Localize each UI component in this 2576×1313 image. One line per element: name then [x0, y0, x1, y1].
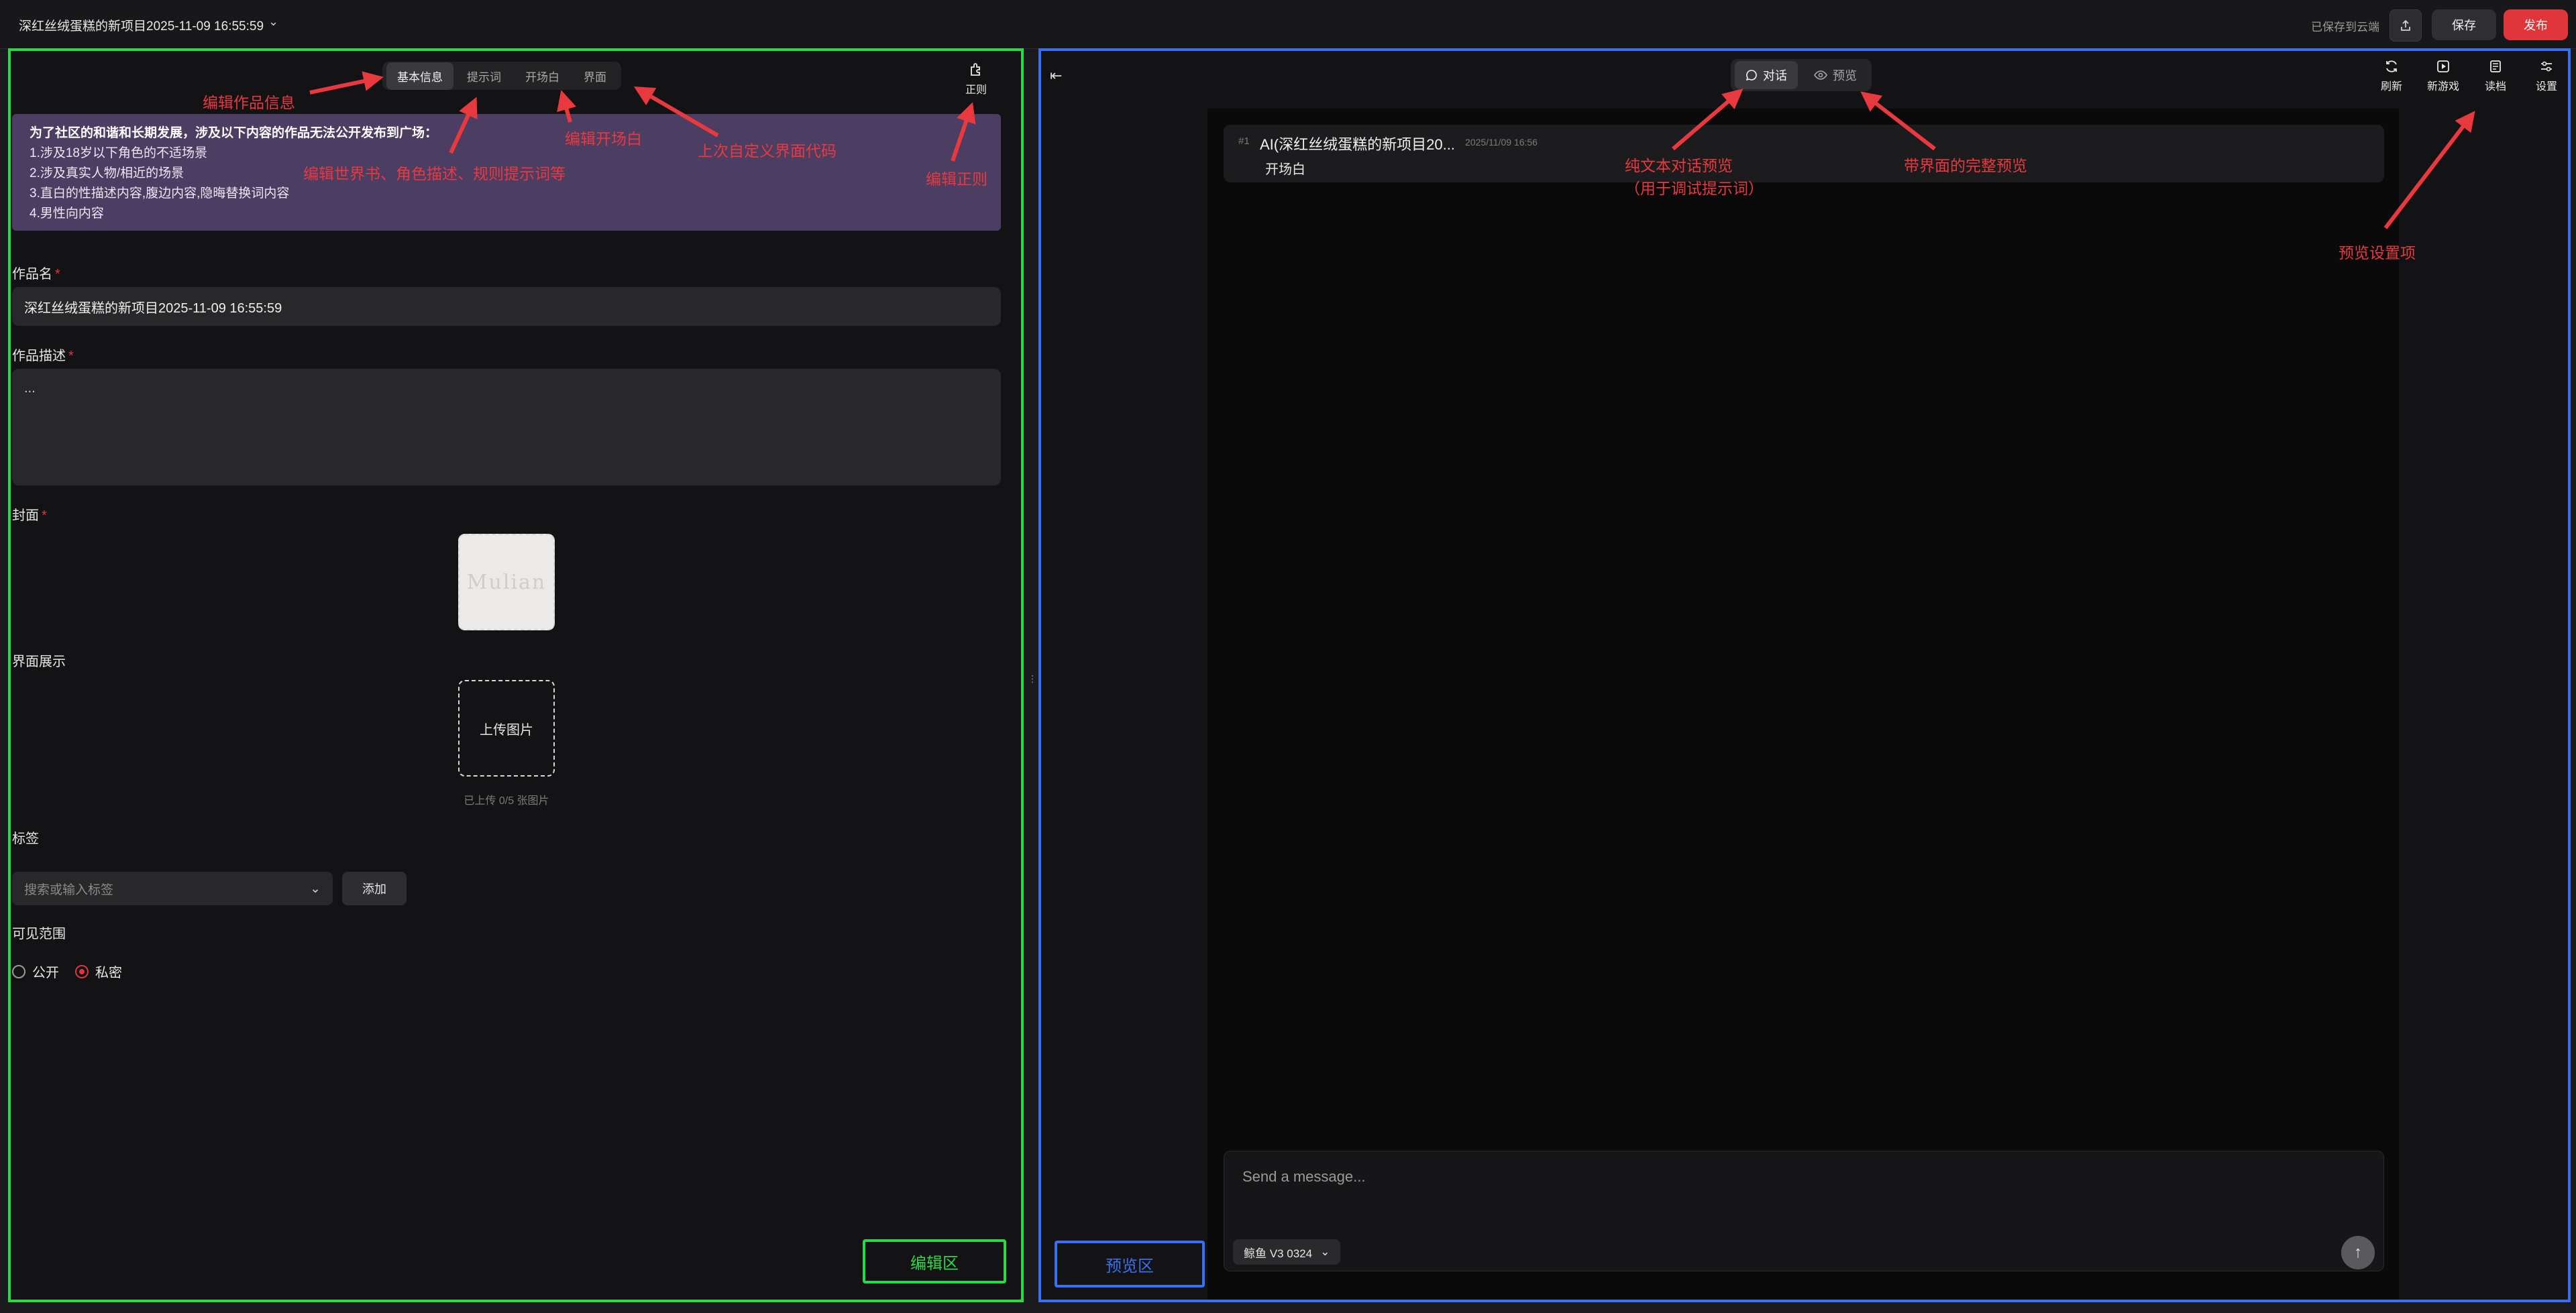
load-save-label: 读档 [2484, 81, 2506, 93]
annotation-interface-code: 上次自定义界面代码 [698, 142, 837, 160]
chevron-down-icon[interactable]: ⌄ [268, 15, 278, 29]
annotation-full-preview: 带界面的完整预览 [1904, 157, 2027, 174]
regex-label: 正则 [965, 84, 987, 96]
sliders-icon [2541, 61, 2552, 72]
tab-prompts[interactable]: 提示词 [456, 62, 512, 90]
annotation-edit-info: 编辑作品信息 [203, 94, 295, 111]
book-icon [2490, 60, 2501, 72]
chevron-down-icon: ⌄ [310, 881, 321, 896]
preview-zone-label: 预览区 [1055, 1241, 1205, 1288]
notice-heading: 为了社区的和谐和长期发展，涉及以下内容的作品无法公开发布到广场： [30, 126, 438, 140]
editor-tabs: 基本信息 提示词 开场白 界面 [382, 62, 621, 90]
annotation-preview-settings: 预览设置项 [2339, 244, 2416, 262]
visibility-options: 公开 私密 [12, 962, 122, 981]
settings-label: 设置 [2535, 81, 2557, 93]
edit-zone-label: 编辑区 [863, 1239, 1006, 1283]
refresh-icon [2386, 60, 2397, 72]
top-bar [0, 0, 2576, 49]
project-title[interactable]: 深红丝绒蛋糕的新项目2025-11-09 16:55:59 [19, 16, 264, 34]
notice-line: 4.男性向内容 [30, 207, 104, 221]
model-select[interactable]: 鲸鱼 V3 0324 ⌄ [1233, 1239, 1341, 1265]
tab-interface[interactable]: 界面 [573, 62, 617, 90]
message-sender: AI(深红丝绒蛋糕的新项目20... [1260, 136, 1455, 153]
tab-chat[interactable]: 对话 [1735, 61, 1798, 89]
annotation-edit-opening: 编辑开场白 [565, 130, 642, 148]
editor-panel [8, 48, 1024, 1302]
tab-chat-label: 对话 [1763, 69, 1787, 82]
share-icon [2401, 19, 2410, 31]
cover-label: 封面 * [12, 508, 47, 523]
radio-public-label[interactable]: 公开 [32, 962, 59, 981]
annotation-text-preview: 纯文本对话预览 [1625, 157, 1733, 174]
add-tag-button[interactable]: 添加 [342, 872, 407, 905]
tab-opening[interactable]: 开场白 [515, 62, 570, 90]
saved-status: 已保存到云端 [2311, 21, 2379, 34]
upload-image-button[interactable]: 上传图片 [458, 680, 555, 777]
upload-count: 已上传 0/5 张图片 [464, 795, 549, 807]
tab-basic-info[interactable]: 基本信息 [386, 62, 453, 90]
interface-showcase-label: 界面展示 [12, 654, 66, 669]
share-button[interactable] [2390, 9, 2422, 42]
annotation-text-preview-note: （用于调试提示词） [1625, 180, 1764, 197]
tab-preview[interactable]: 预览 [1803, 61, 1868, 89]
message-body: 开场白 [1265, 162, 1305, 177]
panel-resize-handle[interactable]: ⋮ [1028, 673, 1037, 685]
chat-bubble-icon [1746, 70, 1757, 81]
message-placeholder: Send a message... [1242, 1168, 1366, 1185]
message-index: #1 [1238, 135, 1250, 147]
annotation-edit-regex: 编辑正则 [926, 170, 987, 188]
new-game-label: 新游戏 [2426, 81, 2459, 93]
radio-private-label[interactable]: 私密 [95, 962, 122, 981]
cover-image[interactable]: Mulian [458, 534, 555, 630]
load-save-button[interactable]: 读档 [2475, 59, 2516, 93]
play-square-icon [2437, 60, 2449, 72]
name-input[interactable]: 深红丝绒蛋糕的新项目2025-11-09 16:55:59 [12, 287, 1001, 326]
send-button[interactable]: ↑ [2341, 1236, 2375, 1269]
radio-public[interactable] [12, 964, 25, 978]
collapse-panel-icon[interactable]: ⇤ [1050, 67, 1062, 84]
eye-icon [1814, 70, 1827, 80]
radio-private[interactable] [75, 964, 89, 978]
regex-button[interactable]: 正则 [956, 62, 996, 102]
notice-line: 3.直白的性描述内容,腹边内容,隐晦替换词内容 [30, 186, 290, 201]
tags-label: 标签 [12, 832, 39, 846]
description-label: 作品描述 * [12, 349, 74, 363]
puzzle-icon [971, 63, 980, 76]
tab-preview-label: 预览 [1833, 69, 1857, 82]
preview-tabs: 对话 预览 [1731, 59, 1872, 91]
model-label: 鲸鱼 V3 0324 [1244, 1247, 1313, 1260]
refresh-button[interactable]: 刷新 [2371, 59, 2412, 93]
visibility-label: 可见范围 [12, 927, 66, 941]
save-button[interactable]: 保存 [2432, 9, 2496, 40]
new-game-button[interactable]: 新游戏 [2423, 59, 2463, 93]
message-input[interactable] [1224, 1151, 2384, 1271]
description-input[interactable]: ... [12, 369, 1001, 486]
tag-search-input[interactable]: 搜索或输入标签 ⌄ [12, 872, 333, 905]
message-timestamp: 2025/11/09 16:56 [1465, 137, 1538, 148]
name-label: 作品名 * [12, 267, 60, 282]
annotation-edit-prompt: 编辑世界书、角色描述、规则提示词等 [303, 165, 566, 182]
publish-button[interactable]: 发布 [2504, 9, 2568, 40]
settings-button[interactable]: 设置 [2526, 59, 2567, 93]
chevron-down-icon: ⌄ [1320, 1245, 1330, 1258]
chat-area [1208, 109, 2399, 1300]
tag-placeholder: 搜索或输入标签 [24, 882, 114, 897]
arrow-up-icon: ↑ [2354, 1243, 2362, 1261]
refresh-label: 刷新 [2380, 81, 2402, 93]
